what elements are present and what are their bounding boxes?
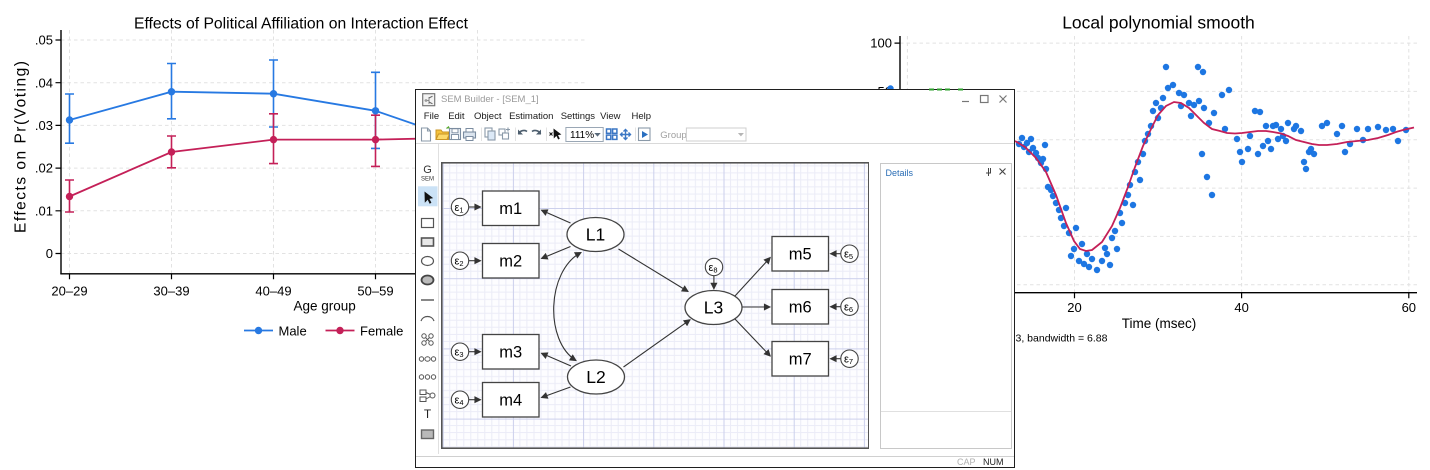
svg-text:40: 40 xyxy=(1234,300,1248,315)
svg-text:m2: m2 xyxy=(499,252,522,270)
svg-text:Male: Male xyxy=(279,324,307,339)
svg-text:Time (msec): Time (msec) xyxy=(1122,316,1197,331)
svg-text:Effects of Political Affiliati: Effects of Political Affiliation on Inte… xyxy=(134,15,469,32)
svg-text:Effects on Pr(Voting): Effects on Pr(Voting) xyxy=(13,60,30,233)
svg-text:3, bandwidth = 6.88: 3, bandwidth = 6.88 xyxy=(1016,332,1108,344)
svg-text:Local polynomial smooth: Local polynomial smooth xyxy=(1062,13,1255,33)
svg-text:m7: m7 xyxy=(789,350,812,368)
svg-text:.05: .05 xyxy=(35,33,53,48)
svg-text:.01: .01 xyxy=(35,203,53,218)
svg-text:Female: Female xyxy=(360,324,403,339)
svg-text:20: 20 xyxy=(1067,300,1081,315)
svg-text:L3: L3 xyxy=(704,297,723,317)
svg-text:G: G xyxy=(423,164,432,176)
svg-text:30–39: 30–39 xyxy=(153,284,189,299)
svg-text:.03: .03 xyxy=(35,118,53,133)
svg-text:50–59: 50–59 xyxy=(357,284,393,299)
svg-text:111%: 111% xyxy=(570,130,594,141)
svg-text:Age group: Age group xyxy=(293,298,355,313)
svg-text:m1: m1 xyxy=(499,200,522,218)
svg-text:20–29: 20–29 xyxy=(51,284,87,299)
svg-text:m3: m3 xyxy=(499,343,522,361)
svg-text:100: 100 xyxy=(870,36,892,51)
svg-text:.04: .04 xyxy=(35,75,53,90)
svg-text:L2: L2 xyxy=(586,367,605,387)
svg-text:SEM: SEM xyxy=(421,176,434,182)
svg-text:0: 0 xyxy=(46,246,53,261)
svg-text:L1: L1 xyxy=(586,224,605,244)
svg-text:Group:: Group: xyxy=(660,130,689,141)
svg-text:.02: .02 xyxy=(35,161,53,176)
svg-text:T: T xyxy=(424,407,432,421)
svg-text:m6: m6 xyxy=(789,298,812,316)
svg-text:40–49: 40–49 xyxy=(255,284,291,299)
svg-text:m5: m5 xyxy=(789,245,812,263)
svg-text:60: 60 xyxy=(1402,300,1416,315)
svg-text:m4: m4 xyxy=(499,391,522,409)
